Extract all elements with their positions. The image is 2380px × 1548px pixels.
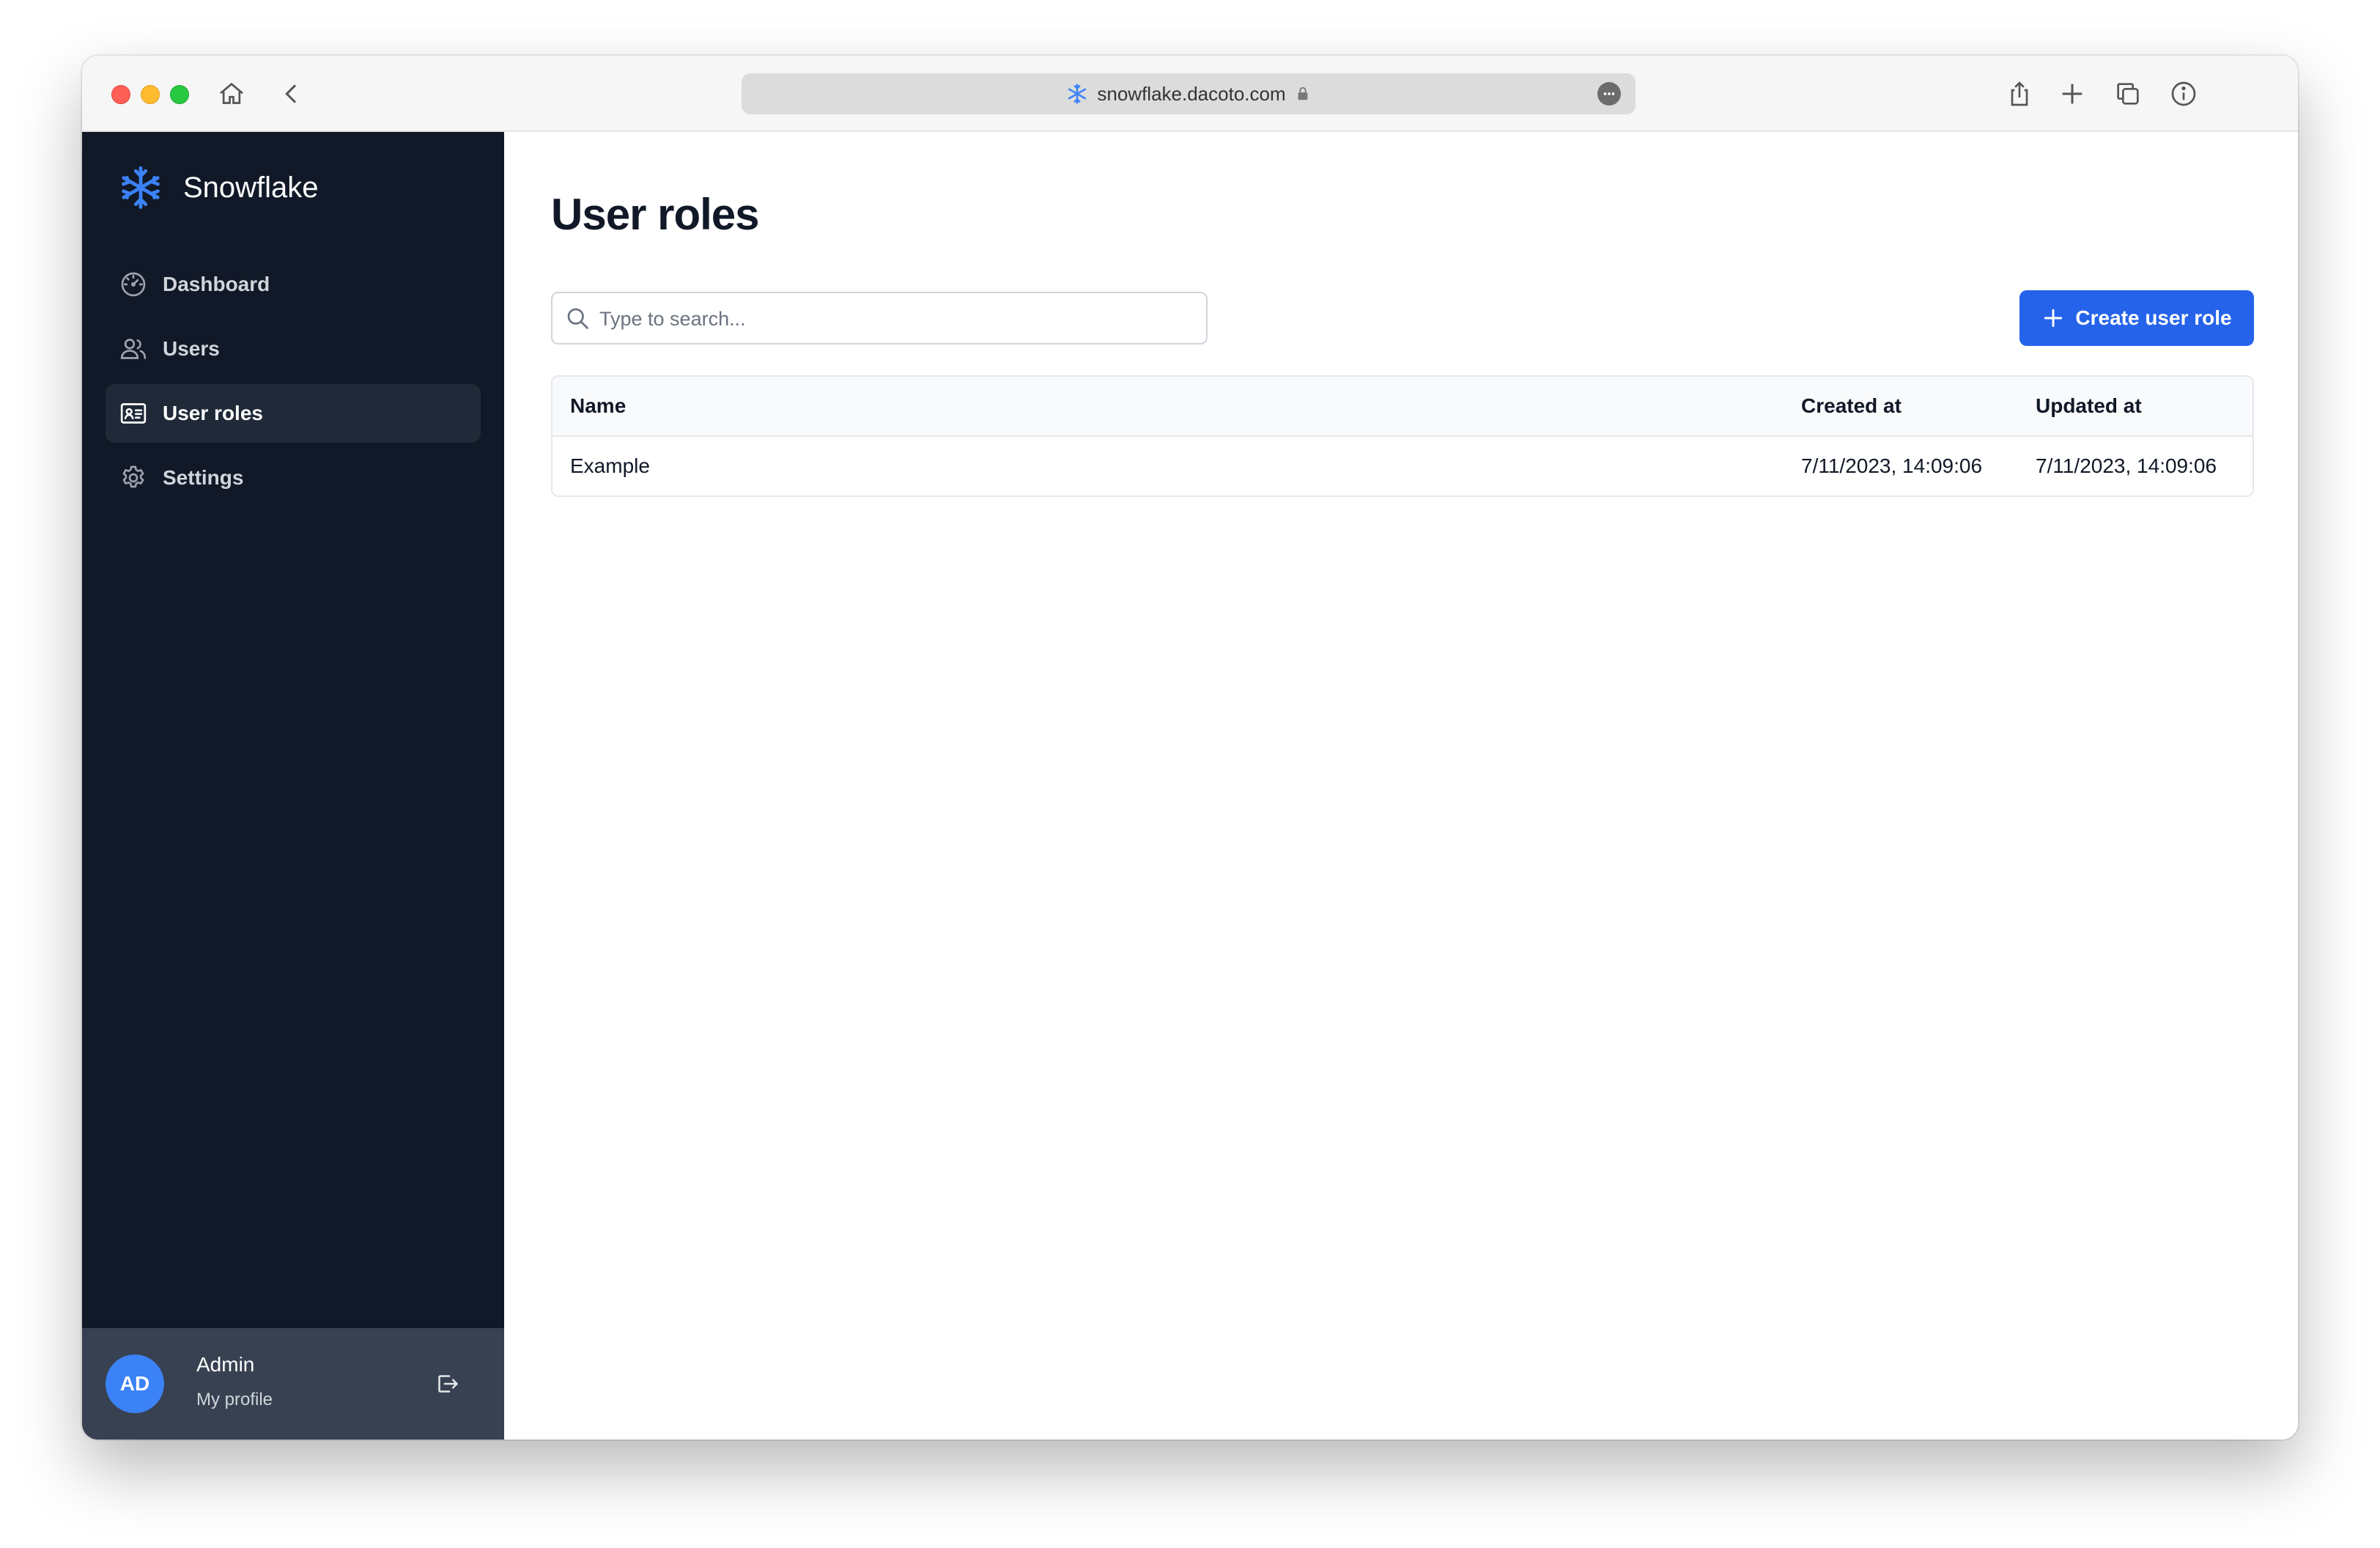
plus-icon — [2044, 309, 2063, 328]
sidebar-nav: Dashboard Users User roles Settings — [106, 255, 481, 513]
more-options-icon[interactable] — [1597, 82, 1621, 106]
sidebar-item-label: Settings — [163, 466, 244, 489]
browser-window: snowflake.dacoto.com Snowflake Dashboard… — [82, 56, 2298, 1440]
minimize-window-button[interactable] — [141, 85, 160, 104]
search-box — [551, 292, 1208, 344]
sidebar-item-label: Users — [163, 337, 220, 360]
avatar[interactable]: AD — [106, 1354, 164, 1413]
sidebar-item-user-roles[interactable]: User roles — [106, 384, 481, 443]
main-content: User roles Create user role Name Created… — [504, 132, 2298, 1440]
info-icon[interactable] — [2166, 76, 2201, 111]
my-profile-link[interactable]: My profile — [196, 1390, 273, 1410]
column-header-name[interactable]: Name — [570, 377, 626, 435]
brand[interactable]: Snowflake — [117, 164, 319, 211]
column-header-created-at[interactable]: Created at — [1801, 377, 1902, 435]
sidebar-item-settings[interactable]: Settings — [106, 449, 481, 507]
sidebar-item-label: User roles — [163, 402, 263, 424]
site-favicon-icon — [1068, 84, 1087, 104]
profile-panel: AD Admin My profile — [82, 1328, 504, 1440]
create-user-role-label: Create user role — [2075, 306, 2232, 329]
sidebar: Snowflake Dashboard Users User roles Set… — [82, 132, 504, 1440]
row-created-at-cell: 7/11/2023, 14:09:06 — [1801, 454, 1983, 477]
back-icon[interactable] — [274, 76, 309, 111]
sidebar-item-dashboard[interactable]: Dashboard — [106, 255, 481, 314]
row-updated-at-cell: 7/11/2023, 14:09:06 — [2036, 454, 2217, 477]
lock-icon — [1298, 86, 1308, 100]
home-icon[interactable] — [214, 76, 249, 111]
logout-icon[interactable] — [431, 1368, 463, 1400]
row-name-cell: Example — [570, 454, 650, 477]
browser-toolbar: snowflake.dacoto.com — [82, 56, 2298, 132]
id-card-icon — [117, 397, 149, 430]
dashboard-icon — [117, 268, 149, 301]
sidebar-item-users[interactable]: Users — [106, 320, 481, 378]
table-header: Name Created at Updated at — [552, 377, 2252, 437]
url-text: snowflake.dacoto.com — [1097, 82, 1286, 105]
search-input[interactable] — [598, 293, 1187, 344]
gear-icon — [117, 462, 149, 494]
profile-name: Admin — [196, 1353, 255, 1376]
user-roles-table: Name Created at Updated at Example 7/11/… — [551, 375, 2254, 497]
create-user-role-button[interactable]: Create user role — [2019, 290, 2254, 346]
close-window-button[interactable] — [111, 85, 130, 104]
zoom-window-button[interactable] — [170, 85, 189, 104]
app-name: Snowflake — [183, 171, 319, 204]
tabs-overview-icon[interactable] — [2110, 76, 2146, 111]
snowflake-logo-icon — [122, 166, 160, 210]
column-header-updated-at[interactable]: Updated at — [2036, 377, 2142, 435]
page-title: User roles — [551, 190, 759, 239]
search-icon — [567, 308, 588, 329]
address-bar[interactable]: snowflake.dacoto.com — [742, 73, 1636, 114]
table-row[interactable]: Example 7/11/2023, 14:09:06 7/11/2023, 1… — [552, 437, 2252, 495]
sidebar-item-label: Dashboard — [163, 273, 270, 295]
users-icon — [117, 333, 149, 365]
new-tab-icon[interactable] — [2055, 76, 2090, 111]
share-icon[interactable] — [2002, 76, 2037, 111]
